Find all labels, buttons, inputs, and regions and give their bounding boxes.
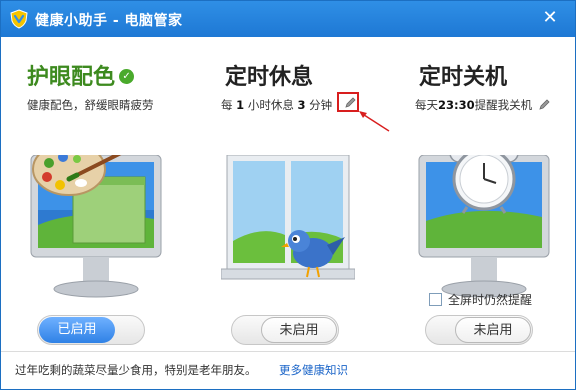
- rest-window-illustration: [221, 155, 355, 280]
- shutdown-toggle[interactable]: 未启用: [425, 315, 533, 345]
- fullscreen-remind-label: 全屏时仍然提醒: [448, 293, 533, 307]
- rest-sub-suffix: 分钟: [309, 98, 333, 112]
- rest-sub-prefix: 每: [221, 98, 233, 112]
- edit-pencil-icon[interactable]: [538, 98, 551, 111]
- shutdown-toggle-label: 未启用: [455, 317, 531, 343]
- eye-care-subtitle: 健康配色，舒缓眼睛疲劳: [27, 98, 154, 112]
- shutdown-panel: 定时关机 每天23:30提醒我关机 全屏时仍然提醒 未启用: [387, 37, 576, 349]
- eye-care-toggle[interactable]: 已启用: [37, 315, 145, 345]
- shutdown-sub-suffix: 提醒我关机: [474, 98, 533, 112]
- rest-toggle[interactable]: 未启用: [231, 315, 339, 345]
- more-health-tips-link[interactable]: 更多健康知识: [279, 362, 348, 378]
- rest-sub-mid: 小时休息: [247, 98, 294, 112]
- rest-toggle-label: 未启用: [261, 317, 337, 343]
- window-title: 健康小助手 - 电脑管家: [35, 13, 183, 29]
- rest-subtitle: 每 1 小时休息 3 分钟: [221, 97, 332, 113]
- shutdown-sub-prefix: 每天: [415, 98, 438, 112]
- rest-title: 定时休息: [225, 65, 314, 90]
- rest-minutes: 3: [297, 98, 306, 112]
- shield-logo-icon: [10, 9, 28, 29]
- shutdown-subtitle: 每天23:30提醒我关机: [415, 97, 551, 113]
- eye-care-monitor-illustration: [30, 155, 162, 298]
- eye-care-toggle-label: 已启用: [39, 317, 115, 343]
- checkbox-icon[interactable]: [429, 293, 442, 306]
- fullscreen-remind-option[interactable]: 全屏时仍然提醒: [429, 291, 532, 308]
- close-icon[interactable]: ✕: [539, 7, 561, 29]
- rest-panel: 定时休息 每 1 小时休息 3 分钟 未启用: [191, 37, 390, 349]
- eye-care-panel: 护眼配色 ✓ 健康配色，舒缓眼睛疲劳 已启用: [1, 37, 191, 349]
- health-assistant-window: 健康小助手 - 电脑管家 ✕ 护眼配色 ✓ 健康配色，舒缓眼睛疲劳 已启用 定时…: [0, 0, 576, 390]
- eye-care-title: 护眼配色 ✓: [27, 59, 135, 91]
- check-icon: ✓: [119, 68, 135, 84]
- eye-care-title-text: 护眼配色: [27, 65, 116, 90]
- rest-interval-hours: 1: [236, 98, 245, 112]
- shutdown-title: 定时关机: [419, 65, 508, 90]
- shutdown-monitor-illustration: [418, 155, 550, 298]
- health-tip: 过年吃剩的蔬菜尽量少食用，特别是老年朋友。: [15, 363, 257, 377]
- title-bar[interactable]: 健康小助手 - 电脑管家 ✕: [1, 1, 575, 37]
- footer-divider: [1, 351, 575, 352]
- shutdown-time: 23:30: [438, 98, 475, 112]
